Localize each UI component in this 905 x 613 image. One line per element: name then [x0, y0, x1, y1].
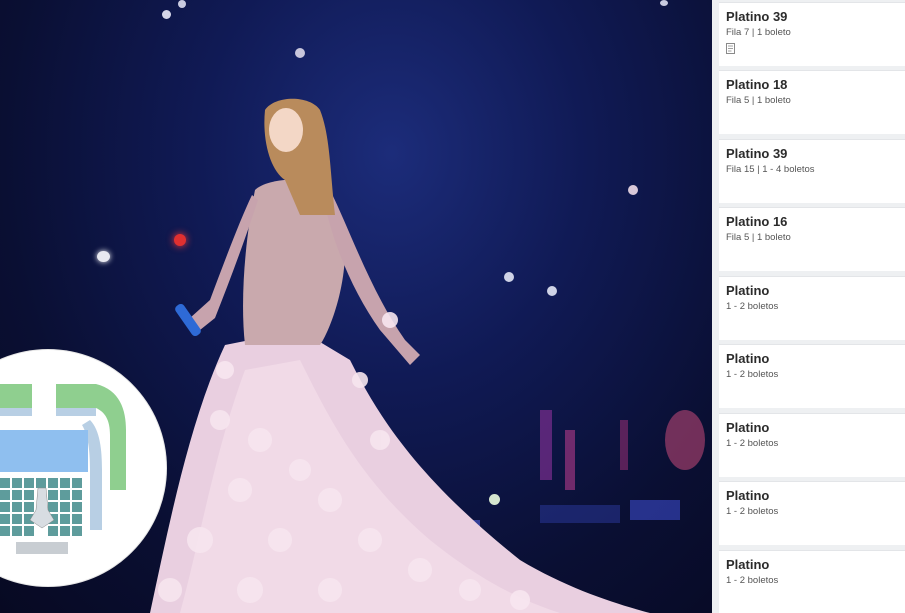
listing-section: Platino	[726, 351, 770, 366]
listing-section: Platino 16	[726, 214, 788, 229]
listing-section: Platino 18	[726, 77, 788, 92]
listing-card[interactable]: Platino 39 Fila 7 | 1 boleto	[719, 2, 905, 66]
listing-section: Platino	[726, 283, 770, 298]
listing-section: Platino	[726, 557, 770, 572]
listing-detail: 1 - 2 boletos	[726, 369, 779, 380]
listing-detail: Fila 7 | 1 boleto	[726, 27, 791, 38]
concert-photo	[0, 0, 712, 613]
listing-section: Platino 39	[726, 146, 788, 161]
listing-detail: 1 - 2 boletos	[726, 575, 779, 586]
listing-detail: Fila 5 | 1 boleto	[726, 232, 791, 243]
note-icon	[726, 43, 735, 54]
listing-detail: Fila 5 | 1 boleto	[726, 95, 791, 106]
listing-section: Platino 39	[726, 9, 788, 24]
listing-detail: Fila 15 | 1 - 4 boletos	[726, 164, 815, 175]
listing-detail: 1 - 2 boletos	[726, 438, 779, 449]
listing-card[interactable]: Platino 1 - 2 boletos	[719, 413, 905, 477]
listing-card[interactable]: Platino 39 Fila 15 | 1 - 4 boletos	[719, 139, 905, 203]
listing-section: Platino	[726, 420, 770, 435]
listing-card[interactable]: Platino 1 - 2 boletos	[719, 550, 905, 613]
listing-card[interactable]: Platino 1 - 2 boletos	[719, 344, 905, 408]
listing-card[interactable]: Platino 1 - 2 boletos	[719, 276, 905, 340]
listing-card[interactable]: Platino 18 Fila 5 | 1 boleto	[719, 70, 905, 134]
listing-section: Platino	[726, 488, 770, 503]
ticket-listings-panel[interactable]: Platino 39 Fila 7 | 1 boleto Platino 18 …	[712, 0, 905, 613]
listing-card[interactable]: Platino 1 - 2 boletos	[719, 481, 905, 545]
listing-detail: 1 - 2 boletos	[726, 301, 779, 312]
listing-detail: 1 - 2 boletos	[726, 506, 779, 517]
listing-card[interactable]: Platino 16 Fila 5 | 1 boleto	[719, 207, 905, 271]
